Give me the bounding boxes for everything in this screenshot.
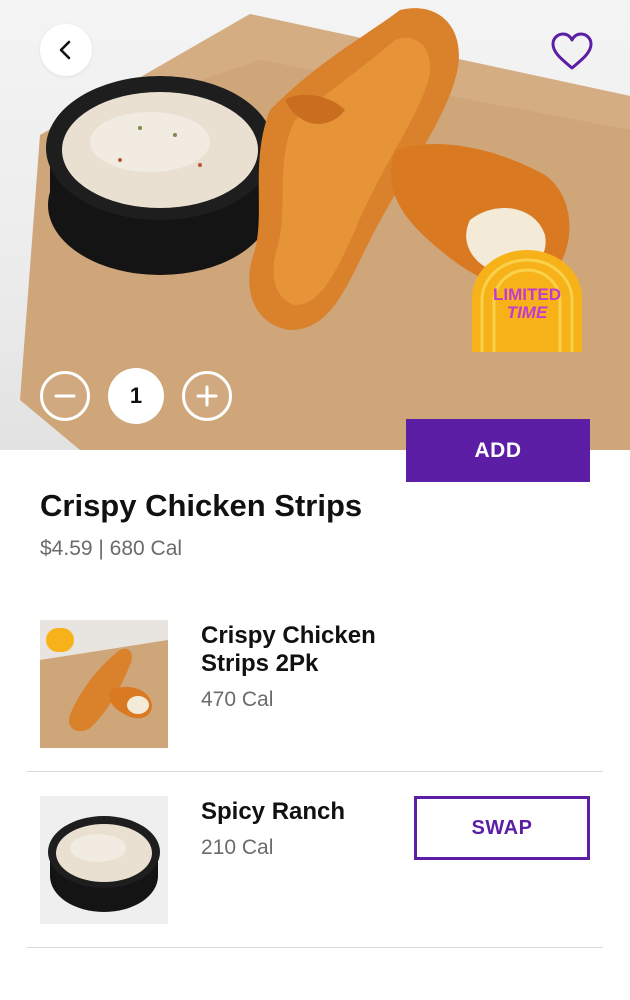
swap-button[interactable]: SWAP	[414, 796, 590, 860]
item-calories: 470 Cal	[201, 688, 274, 711]
divider	[27, 947, 603, 948]
item-calories: 210 Cal	[201, 836, 274, 859]
decrease-button[interactable]	[40, 371, 90, 421]
add-button[interactable]: ADD	[406, 419, 590, 482]
item-name: Crispy Chicken Strips 2Pk	[201, 622, 376, 677]
minus-icon	[54, 394, 76, 398]
list-item: Crispy Chicken Strips 2Pk 470 Cal	[40, 620, 590, 750]
badge-line1: LIMITED	[493, 285, 561, 304]
divider	[27, 771, 603, 772]
favorite-button[interactable]	[548, 28, 596, 76]
back-button[interactable]	[40, 24, 92, 76]
increase-button[interactable]	[182, 371, 232, 421]
plus-icon	[196, 385, 218, 407]
hero-image: LIMITED TIME 1	[0, 0, 630, 450]
chevron-left-icon	[59, 40, 71, 60]
quantity-value: 1	[108, 368, 164, 424]
item-name: Spicy Ranch	[201, 798, 346, 825]
item-thumbnail	[40, 620, 168, 748]
heart-outline-icon	[551, 32, 593, 70]
badge-line2: TIME	[506, 303, 548, 322]
product-title: Crispy Chicken Strips	[40, 488, 363, 523]
item-thumbnail	[40, 796, 168, 924]
quantity-stepper: 1	[40, 368, 232, 424]
list-item: Spicy Ranch 210 Cal SWAP	[40, 796, 590, 926]
limited-time-badge: LIMITED TIME	[466, 248, 588, 354]
product-price-calories: $4.59 | 680 Cal	[40, 537, 183, 560]
